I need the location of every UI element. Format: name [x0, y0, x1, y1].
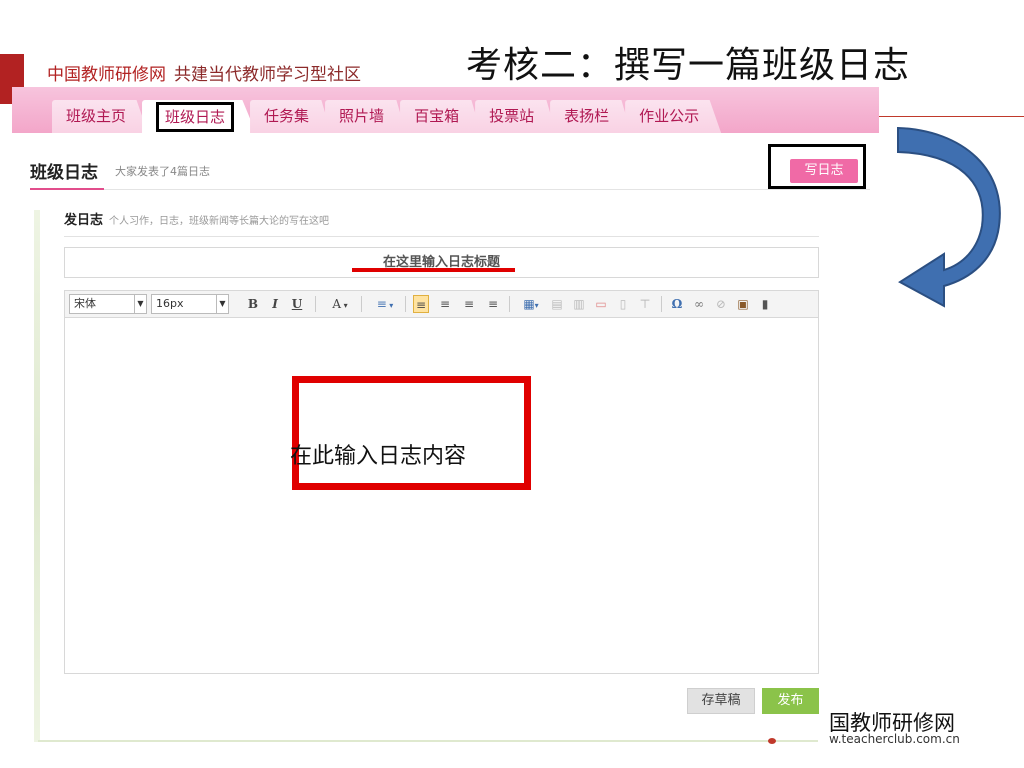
tab-label: 投票站: [489, 107, 535, 125]
media-icon[interactable]: ▮: [757, 295, 773, 313]
site-header: 中国教师研修网 共建当代教师学习型社区: [47, 60, 361, 88]
toolbar-separator: [361, 296, 362, 312]
tab-label: 作业公示: [639, 107, 700, 125]
align-center-icon[interactable]: ≡: [437, 295, 453, 313]
image-icon[interactable]: ▣: [735, 295, 751, 313]
special-char-icon[interactable]: Ω: [669, 295, 685, 313]
insert-row-icon[interactable]: ▤: [549, 295, 565, 313]
tab-class-home[interactable]: 班级主页: [52, 100, 149, 133]
chevron-down-icon: ▼: [216, 295, 228, 313]
table-icon[interactable]: ▦▾: [519, 295, 543, 313]
save-draft-button[interactable]: 存草稿: [687, 688, 755, 714]
compose-hint: 个人习作，日志，班级新闻等长篇大论的写在这吧: [109, 216, 330, 227]
compose-title: 发日志: [64, 213, 104, 228]
chevron-down-icon: ▾: [341, 301, 348, 310]
font-size-select[interactable]: 16px ▼: [151, 294, 229, 314]
tab-label: 班级主页: [66, 107, 127, 125]
tab-tasks[interactable]: 任务集: [250, 100, 332, 133]
curved-arrow-icon: [897, 126, 1001, 308]
bold-button[interactable]: B: [245, 295, 261, 313]
chevron-down-icon: ▼: [134, 295, 146, 313]
tab-voting[interactable]: 投票站: [475, 100, 557, 133]
toolbar-separator: [315, 296, 316, 312]
tab-label: 照片墙: [339, 107, 385, 125]
tab-label: 百宝箱: [414, 107, 460, 125]
underline-button[interactable]: U: [289, 295, 305, 313]
class-nav-bar: 班级主页 班级日志 任务集 照片墙 百宝箱 投票站 表扬栏 作业公示: [12, 87, 879, 133]
tab-praise-board[interactable]: 表扬栏: [550, 100, 632, 133]
journal-content-editor[interactable]: [64, 318, 819, 674]
delete-column-icon[interactable]: ▯: [615, 295, 631, 313]
editor-toolbar: 宋体 ▼ 16px ▼ B I U A ▾ ≡ ▾ ≡ ≡ ≡ ≡ ▦▾ ▤ ▥…: [64, 290, 819, 318]
decorative-border-bottom: [38, 740, 818, 742]
title-highlight-underline: [352, 268, 515, 272]
toolbar-separator: [405, 296, 406, 312]
chevron-down-icon: ▾: [386, 301, 394, 310]
align-left-icon[interactable]: ≡: [413, 295, 429, 313]
merge-cells-icon[interactable]: ⊤: [637, 295, 653, 313]
publish-button[interactable]: 发布: [762, 688, 819, 714]
font-color-button[interactable]: A ▾: [327, 295, 353, 313]
insert-column-icon[interactable]: ▥: [571, 295, 587, 313]
section-title-underline: [30, 188, 104, 190]
compose-divider: [64, 236, 819, 237]
nav-tabs: 班级主页 班级日志 任务集 照片墙 百宝箱 投票站 表扬栏 作业公示: [52, 100, 722, 133]
site-name[interactable]: 中国教师研修网: [47, 65, 166, 85]
toolbar-separator: [661, 296, 662, 312]
tab-label: 表扬栏: [564, 107, 610, 125]
toolbar-separator: [509, 296, 510, 312]
site-slogan: 共建当代教师学习型社区: [174, 65, 361, 85]
italic-button[interactable]: I: [267, 295, 283, 313]
write-journal-button[interactable]: 写日志: [790, 159, 858, 183]
section-title: 班级日志: [30, 163, 98, 183]
list-button[interactable]: ≡ ▾: [371, 295, 399, 313]
font-family-value: 宋体: [74, 297, 96, 310]
slide-title: 考核二：撰写一篇班级日志: [466, 45, 911, 86]
journal-title-input[interactable]: 在这里输入日志标题: [64, 247, 819, 278]
font-size-value: 16px: [156, 297, 184, 310]
align-right-icon[interactable]: ≡: [461, 295, 477, 313]
align-justify-icon[interactable]: ≡: [485, 295, 501, 313]
tab-label: 班级日志: [156, 102, 235, 132]
tab-class-journal[interactable]: 班级日志: [142, 100, 257, 133]
font-color-label: A: [332, 297, 342, 311]
journal-section-header: 班级日志 大家发表了4篇日志: [30, 156, 870, 190]
watermark-mark: [768, 738, 776, 744]
journal-count-text: 大家发表了4篇日志: [115, 165, 210, 178]
tab-label: 任务集: [264, 107, 310, 125]
tab-photo-wall[interactable]: 照片墙: [325, 100, 407, 133]
decorative-border-left: [34, 210, 40, 742]
font-family-select[interactable]: 宋体 ▼: [69, 294, 147, 314]
content-highlight-box: [292, 376, 531, 490]
watermark-url: w.teacherclub.com.cn: [829, 732, 960, 746]
content-placeholder: 在此输入日志内容: [290, 444, 467, 469]
delete-row-icon[interactable]: ▭: [593, 295, 609, 313]
unlink-icon[interactable]: ⊘: [713, 295, 729, 313]
tab-homework[interactable]: 作业公示: [625, 100, 722, 133]
list-icon: ≡: [376, 297, 387, 311]
tab-treasure-box[interactable]: 百宝箱: [400, 100, 482, 133]
compose-header: 发日志 个人习作，日志，班级新闻等长篇大论的写在这吧: [64, 209, 329, 228]
link-icon[interactable]: ∞: [691, 295, 707, 313]
